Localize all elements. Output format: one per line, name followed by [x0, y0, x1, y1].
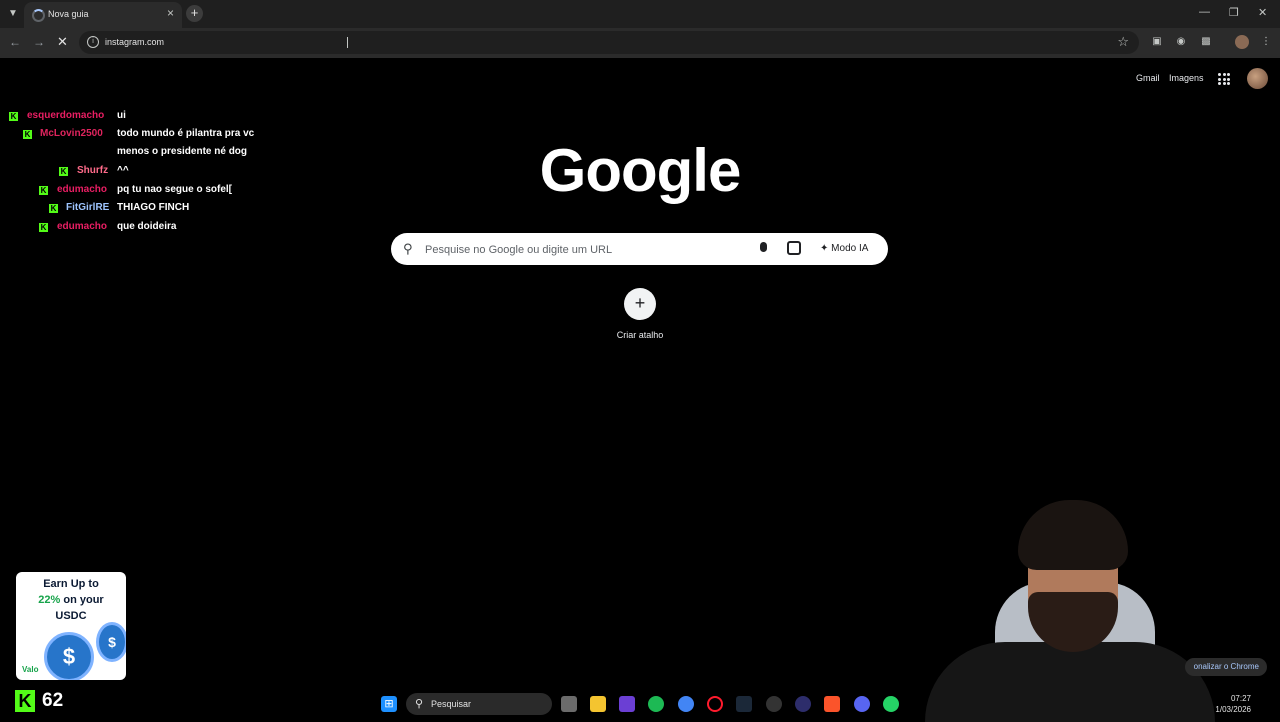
opera-icon[interactable] — [707, 696, 723, 712]
back-arrow-icon[interactable]: ← — [9, 35, 21, 49]
search-icon: ⚲ — [415, 698, 424, 710]
gmail-link[interactable]: Gmail — [1136, 73, 1160, 83]
ad-line-3: USDC — [55, 610, 87, 622]
chat-text: pq tu nao segue o sofel[ — [117, 184, 233, 195]
voice-search-icon[interactable] — [760, 242, 767, 252]
sponsor-ad-widget: Earn Up to 22% on your USDC $ $ Valo — [16, 572, 126, 680]
usdc-coin-icon: $ — [44, 632, 94, 680]
ad-line-1: Earn Up to — [43, 578, 99, 590]
ad-line-2-text: on your — [60, 594, 104, 606]
chrome-icon[interactable] — [678, 696, 694, 712]
chat-text: ^^ — [117, 165, 129, 176]
windows-taskbar — [0, 688, 1280, 720]
google-account-avatar[interactable] — [1247, 68, 1268, 89]
chat-username: edumacho — [57, 221, 108, 232]
google-apps-icon[interactable] — [1218, 73, 1230, 85]
new-tab-button[interactable]: + — [186, 5, 203, 22]
add-shortcut-button[interactable]: + — [624, 288, 656, 320]
chrome-menu-icon[interactable]: ⋮ — [1260, 36, 1272, 48]
browser-toolbar: ← → ✕ i instagram.com ☆ ▣ ◉ ▩ ⋮ — [0, 28, 1280, 58]
chat-text: ui — [117, 110, 126, 121]
file-explorer-icon[interactable] — [590, 696, 606, 712]
images-link[interactable]: Imagens — [1169, 73, 1204, 83]
forward-arrow-icon[interactable]: → — [33, 35, 45, 49]
spotify-icon[interactable] — [648, 696, 664, 712]
windows-start-icon[interactable]: ⊞ — [381, 696, 397, 712]
app-icon-2[interactable] — [795, 696, 811, 712]
tab-close-icon[interactable]: × — [167, 6, 174, 20]
kick-badge-icon: K — [39, 186, 48, 195]
steam-icon[interactable] — [736, 696, 752, 712]
ai-mode-label: Modo IA — [831, 243, 869, 254]
customize-chrome-button[interactable]: onalizar o Chrome — [1185, 658, 1267, 676]
kick-badge-icon: K — [9, 112, 18, 121]
ai-mode-button[interactable]: ✦ Modo IA — [812, 239, 876, 259]
site-info-icon[interactable]: i — [87, 36, 99, 48]
profile-avatar-toolbar[interactable] — [1235, 35, 1249, 49]
extension-icon-2[interactable]: ◉ — [1175, 36, 1187, 48]
window-close-icon[interactable]: ✕ — [1258, 6, 1267, 19]
chat-username: edumacho — [57, 184, 108, 195]
clock-date: 1/03/2026 — [1215, 705, 1251, 714]
google-lens-icon[interactable] — [787, 241, 801, 255]
whatsapp-icon[interactable] — [883, 696, 899, 712]
app-icon[interactable] — [766, 696, 782, 712]
chat-text: THIAGO FINCH — [117, 202, 190, 213]
apps-icon[interactable] — [619, 696, 635, 712]
bookmark-star-icon[interactable]: ☆ — [1117, 34, 1129, 50]
kick-badge-icon: K — [23, 130, 32, 139]
task-view-icon[interactable] — [561, 696, 577, 712]
taskbar-search-label: Pesquisar — [431, 699, 472, 709]
webcam-hair — [1018, 500, 1128, 570]
chat-username: FitGirlRE — [66, 202, 110, 213]
usdc-coin-icon: $ — [96, 622, 126, 662]
add-shortcut-label: Criar atalho — [616, 330, 664, 340]
chat-username: McLovin2500 — [40, 128, 103, 139]
tab-search-chevron-icon[interactable]: ▼ — [6, 7, 20, 21]
tab-title: Nova guia — [48, 9, 89, 19]
brave-icon[interactable] — [824, 696, 840, 712]
address-text[interactable]: instagram.com — [105, 37, 164, 47]
extension-icon-1[interactable]: ▣ — [1151, 36, 1163, 48]
webcam-overlay — [905, 492, 1215, 722]
chat-text: todo mundo é pilantra pra vc menos o pre… — [117, 128, 255, 157]
clock-time: 07:27 — [1230, 694, 1251, 703]
ad-brand: Valo — [22, 665, 39, 674]
chat-text: que doideira — [117, 221, 177, 232]
ad-line-2: 22% on your — [16, 594, 126, 606]
search-input[interactable] — [423, 239, 747, 261]
discord-icon[interactable] — [854, 696, 870, 712]
kick-badge-icon: K — [59, 167, 68, 176]
text-cursor-icon — [347, 37, 348, 48]
stop-loading-icon[interactable]: ✕ — [57, 34, 68, 50]
loading-spinner-icon — [32, 9, 45, 22]
kick-badge-icon: K — [39, 223, 48, 232]
taskbar-search[interactable]: ⚲ Pesquisar — [406, 693, 552, 715]
restore-icon[interactable]: ❐ — [1229, 6, 1239, 19]
tab-nova-guia[interactable]: Nova guia × — [24, 2, 182, 28]
address-bar[interactable]: i instagram.com ☆ — [79, 31, 1139, 54]
kick-badge-icon: K — [49, 204, 58, 213]
search-icon: ⚲ — [403, 241, 413, 256]
ad-rate: 22% — [38, 594, 61, 606]
extensions-puzzle-icon[interactable]: ▩ — [1200, 36, 1212, 48]
minimize-icon[interactable]: — — [1199, 6, 1210, 18]
chat-username: Shurfz — [77, 165, 109, 176]
google-search-box[interactable]: ⚲ ✦ Modo IA — [391, 233, 888, 265]
system-clock[interactable]: 07:27 1/03/2026 — [1215, 693, 1251, 715]
tab-strip: ▼ Nova guia × + — ❐ ✕ — [0, 0, 1280, 28]
chat-username: esquerdomacho — [27, 110, 105, 121]
